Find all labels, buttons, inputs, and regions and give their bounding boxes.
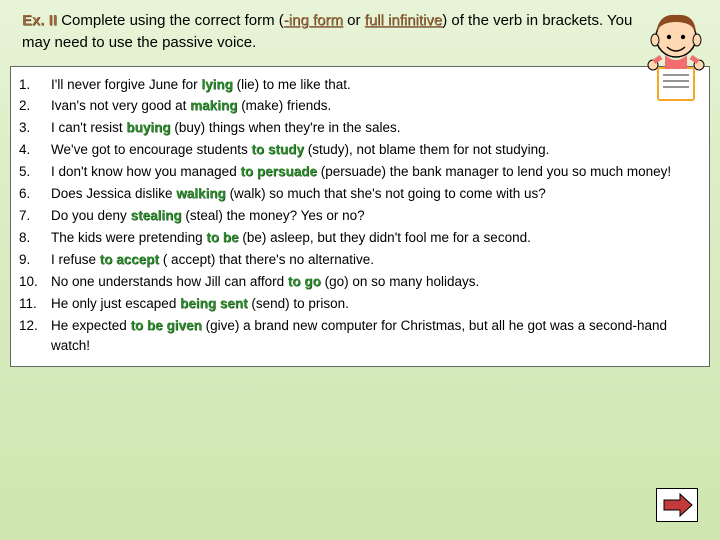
list-item: 5.I don't know how you managed to persua…: [19, 162, 699, 182]
item-text: No one understands how Jill can afford t…: [51, 272, 699, 292]
item-number: 11.: [19, 294, 51, 314]
item-text: I don't know how you managed to persuade…: [51, 162, 699, 182]
item-number: 9.: [19, 250, 51, 270]
item-number: 2.: [19, 96, 51, 116]
full-infinitive-text: full infinitive: [365, 12, 443, 29]
answer: to be: [206, 228, 238, 248]
item-text: We've got to encourage students to study…: [51, 140, 699, 160]
item-text: I refuse to accept ( accept) that there'…: [51, 250, 699, 270]
item-number: 8.: [19, 228, 51, 248]
item-number: 1.: [19, 75, 51, 95]
item-number: 6.: [19, 184, 51, 204]
next-arrow-button[interactable]: [656, 488, 698, 522]
answer: to persuade: [240, 162, 317, 182]
exercise-content-box: 1.I'll never forgive June for lying (lie…: [10, 66, 710, 368]
item-text: I can't resist buying (buy) things when …: [51, 118, 699, 138]
answer: being sent: [180, 294, 248, 314]
list-item: 2.Ivan's not very good at making (make) …: [19, 96, 699, 116]
item-text: Does Jessica dislike walking (walk) so m…: [51, 184, 699, 204]
answer: stealing: [131, 206, 182, 226]
list-item: 6.Does Jessica dislike walking (walk) so…: [19, 184, 699, 204]
list-item: 12.He expected to be given (give) a bran…: [19, 316, 699, 356]
item-number: 10.: [19, 272, 51, 292]
list-item: 1.I'll never forgive June for lying (lie…: [19, 75, 699, 95]
item-text: He only just escaped being sent (send) t…: [51, 294, 699, 314]
list-item: 4.We've got to encourage students to stu…: [19, 140, 699, 160]
slide: Ex. II Complete using the correct form (…: [0, 0, 720, 540]
exercise-header: Ex. II Complete using the correct form (…: [0, 0, 720, 66]
list-item: 10.No one understands how Jill can affor…: [19, 272, 699, 292]
answer: making: [190, 96, 237, 116]
answer: walking: [176, 184, 226, 204]
answer: buying: [126, 118, 170, 138]
item-number: 5.: [19, 162, 51, 182]
list-item: 11.He only just escaped being sent (send…: [19, 294, 699, 314]
item-number: 12.: [19, 316, 51, 356]
answer: to study: [251, 140, 304, 160]
list-item: 8.The kids were pretending to be (be) as…: [19, 228, 699, 248]
list-item: 9.I refuse to accept ( accept) that ther…: [19, 250, 699, 270]
exercise-label: Ex. II: [22, 12, 57, 29]
item-number: 7.: [19, 206, 51, 226]
list-item: 3.I can't resist buying (buy) things whe…: [19, 118, 699, 138]
item-number: 4.: [19, 140, 51, 160]
list-item: 7.Do you deny stealing (steal) the money…: [19, 206, 699, 226]
answer: to go: [288, 272, 321, 292]
item-text: Do you deny stealing (steal) the money? …: [51, 206, 699, 226]
answer: lying: [201, 75, 233, 95]
ing-form-text: ing form: [289, 12, 343, 29]
item-text: The kids were pretending to be (be) asle…: [51, 228, 699, 248]
mascot-illustration: [637, 5, 715, 105]
answer: to accept: [100, 250, 159, 270]
item-text: He expected to be given (give) a brand n…: [51, 316, 699, 356]
item-text: I'll never forgive June for lying (lie) …: [51, 75, 699, 95]
or-text: or: [343, 12, 365, 29]
item-number: 3.: [19, 118, 51, 138]
answer: to be given: [131, 316, 202, 336]
item-text: Ivan's not very good at making (make) fr…: [51, 96, 699, 116]
instruction-text-1: Complete using the correct form (: [57, 12, 284, 29]
